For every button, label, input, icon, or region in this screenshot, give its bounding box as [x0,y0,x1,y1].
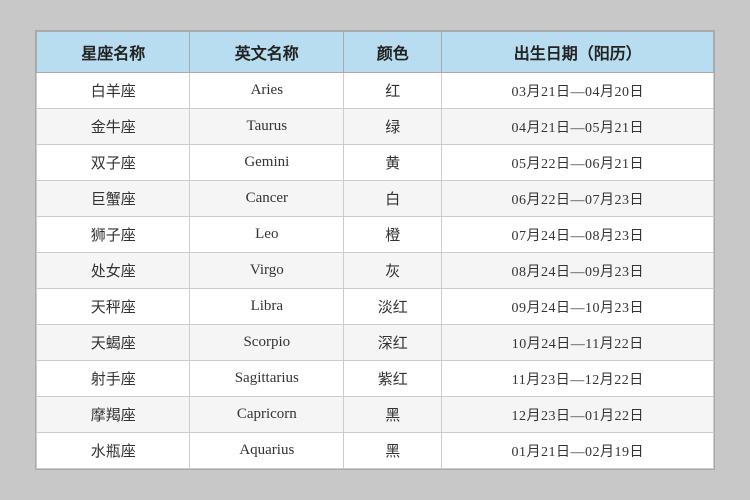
cell-chinese-name: 双子座 [37,145,190,181]
cell-color: 黄 [344,145,442,181]
cell-chinese-name: 巨蟹座 [37,181,190,217]
header-english-name: 英文名称 [190,32,344,73]
cell-english-name: Leo [190,217,344,253]
cell-date: 11月23日—12月22日 [442,361,714,397]
cell-date: 10月24日—11月22日 [442,325,714,361]
table-row: 狮子座Leo橙07月24日—08月23日 [37,217,714,253]
cell-english-name: Gemini [190,145,344,181]
cell-chinese-name: 天蝎座 [37,325,190,361]
cell-chinese-name: 摩羯座 [37,397,190,433]
table-row: 射手座Sagittarius紫红11月23日—12月22日 [37,361,714,397]
table-row: 天秤座Libra淡红09月24日—10月23日 [37,289,714,325]
cell-english-name: Taurus [190,109,344,145]
cell-color: 黑 [344,433,442,469]
cell-color: 淡红 [344,289,442,325]
cell-color: 灰 [344,253,442,289]
cell-english-name: Virgo [190,253,344,289]
cell-english-name: Cancer [190,181,344,217]
cell-english-name: Sagittarius [190,361,344,397]
table-row: 天蝎座Scorpio深红10月24日—11月22日 [37,325,714,361]
cell-color: 白 [344,181,442,217]
cell-date: 12月23日—01月22日 [442,397,714,433]
cell-date: 05月22日—06月21日 [442,145,714,181]
cell-chinese-name: 处女座 [37,253,190,289]
cell-chinese-name: 金牛座 [37,109,190,145]
table-row: 金牛座Taurus绿04月21日—05月21日 [37,109,714,145]
table-row: 水瓶座Aquarius黑01月21日—02月19日 [37,433,714,469]
cell-date: 07月24日—08月23日 [442,217,714,253]
cell-english-name: Scorpio [190,325,344,361]
cell-color: 红 [344,73,442,109]
header-date: 出生日期（阳历） [442,32,714,73]
cell-color: 紫红 [344,361,442,397]
cell-english-name: Libra [190,289,344,325]
cell-date: 08月24日—09月23日 [442,253,714,289]
cell-date: 03月21日—04月20日 [442,73,714,109]
cell-chinese-name: 天秤座 [37,289,190,325]
table-row: 处女座Virgo灰08月24日—09月23日 [37,253,714,289]
zodiac-table: 星座名称 英文名称 颜色 出生日期（阳历） 白羊座Aries红03月21日—04… [36,31,714,469]
cell-color: 深红 [344,325,442,361]
cell-date: 06月22日—07月23日 [442,181,714,217]
cell-date: 09月24日—10月23日 [442,289,714,325]
cell-chinese-name: 水瓶座 [37,433,190,469]
cell-color: 橙 [344,217,442,253]
cell-date: 04月21日—05月21日 [442,109,714,145]
cell-chinese-name: 白羊座 [37,73,190,109]
cell-color: 绿 [344,109,442,145]
table-row: 摩羯座Capricorn黑12月23日—01月22日 [37,397,714,433]
cell-chinese-name: 射手座 [37,361,190,397]
table-row: 巨蟹座Cancer白06月22日—07月23日 [37,181,714,217]
cell-english-name: Aries [190,73,344,109]
table-row: 双子座Gemini黄05月22日—06月21日 [37,145,714,181]
cell-english-name: Capricorn [190,397,344,433]
cell-english-name: Aquarius [190,433,344,469]
zodiac-table-container: 星座名称 英文名称 颜色 出生日期（阳历） 白羊座Aries红03月21日—04… [35,30,715,470]
table-row: 白羊座Aries红03月21日—04月20日 [37,73,714,109]
header-color: 颜色 [344,32,442,73]
cell-chinese-name: 狮子座 [37,217,190,253]
table-header-row: 星座名称 英文名称 颜色 出生日期（阳历） [37,32,714,73]
cell-color: 黑 [344,397,442,433]
header-chinese-name: 星座名称 [37,32,190,73]
cell-date: 01月21日—02月19日 [442,433,714,469]
